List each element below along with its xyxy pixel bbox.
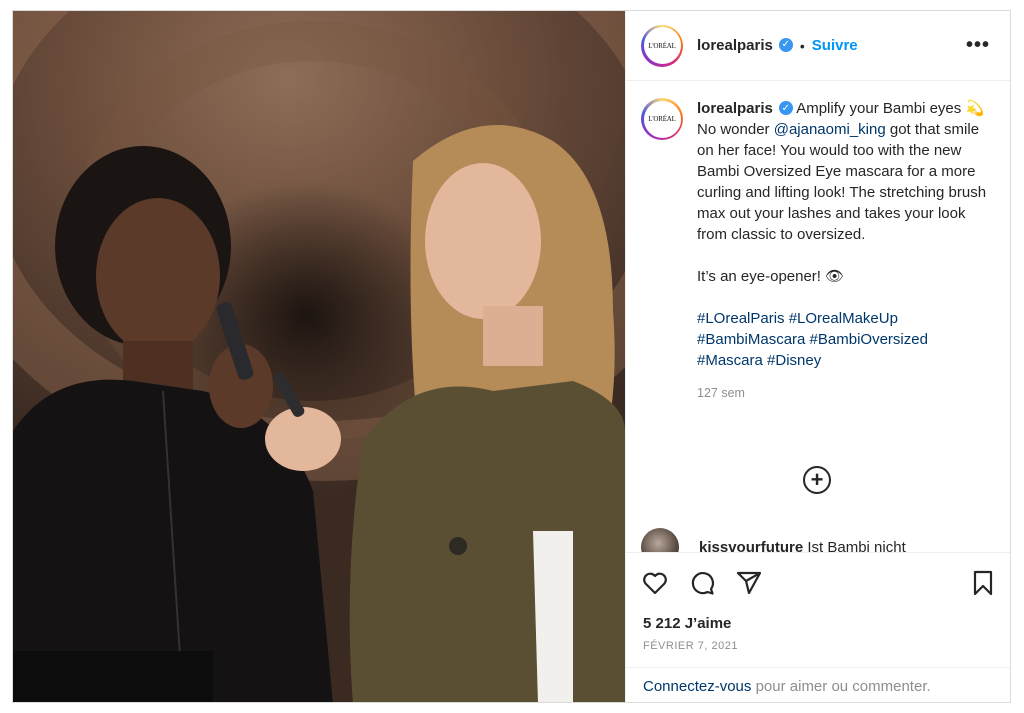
post-actions-bar (626, 552, 1010, 612)
comment-avatar[interactable] (641, 528, 679, 552)
caption-time: 127 sem (697, 386, 745, 400)
login-prompt-text: pour aimer ou commenter. (751, 678, 931, 695)
account-avatar-logo: L'ORÉAL (643, 27, 681, 64)
caption-handle[interactable]: lorealparis (697, 100, 773, 117)
post-photo[interactable] (13, 11, 625, 702)
caption-avatar-logo: L'ORÉAL (643, 100, 681, 138)
comment-text: kissvourfuture Ist Bambi nicht (699, 539, 906, 553)
comment-row: kissvourfuture Ist Bambi nicht (641, 528, 906, 552)
caption-verified-badge-icon: ✓ (778, 101, 793, 116)
caption-row: L'ORÉAL lorealparis ✓ Amplify your Bambi … (626, 82, 1010, 404)
caption-scroll-area[interactable]: L'ORÉAL lorealparis ✓ Amplify your Bambi … (626, 82, 1010, 552)
post-header: L'ORÉAL lorealparis ✓ • Suivre ••• (626, 11, 1010, 81)
caption-mention-link[interactable]: @ajanaomi_king (774, 121, 886, 138)
likes-count[interactable]: 5 212 J’aime (643, 615, 731, 632)
comment-body: Ist Bambi nicht (803, 538, 906, 553)
caption-text: lorealparis ✓ Amplify your Bambi eyes 💫 N… (697, 98, 987, 404)
paper-plane-icon[interactable] (735, 569, 763, 597)
login-prompt: Connectez-vous pour aimer ou commenter. (626, 667, 1010, 702)
caption-line2-prefix: No wonder (697, 121, 774, 138)
photo-people-illustration (13, 125, 625, 702)
caption-line3: It’s an eye-opener! 👁 (697, 268, 845, 285)
post-side-panel: L'ORÉAL lorealparis ✓ • Suivre ••• L'ORÉ… (625, 11, 1010, 702)
login-link[interactable]: Connectez-vous (643, 678, 751, 695)
follow-button[interactable]: Suivre (812, 37, 858, 54)
caption-line1: Amplify your Bambi eyes 💫 (792, 100, 985, 117)
verified-badge-icon: ✓ (778, 37, 793, 52)
instagram-post: L'ORÉAL lorealparis ✓ • Suivre ••• L'ORÉ… (12, 10, 1011, 703)
caption-avatar[interactable]: L'ORÉAL (641, 98, 683, 140)
account-avatar[interactable]: L'ORÉAL (641, 24, 683, 67)
separator-dot: • (799, 37, 805, 54)
more-options-icon[interactable]: ••• (966, 34, 996, 57)
heart-icon[interactable] (641, 569, 669, 597)
post-date: FÉVRIER 7, 2021 (643, 640, 738, 652)
comment-handle[interactable]: kissvourfuture (699, 539, 803, 553)
caption-line2-suffix: got that smile on her face! You would to… (697, 121, 987, 243)
caption-hashtags[interactable]: #LOrealParis #LOrealMakeUp #BambiMascara… (697, 308, 987, 371)
bookmark-icon[interactable] (969, 569, 997, 597)
load-more-comments-button[interactable]: + (803, 466, 831, 494)
comment-icon[interactable] (688, 569, 716, 597)
account-handle[interactable]: lorealparis (697, 37, 773, 54)
